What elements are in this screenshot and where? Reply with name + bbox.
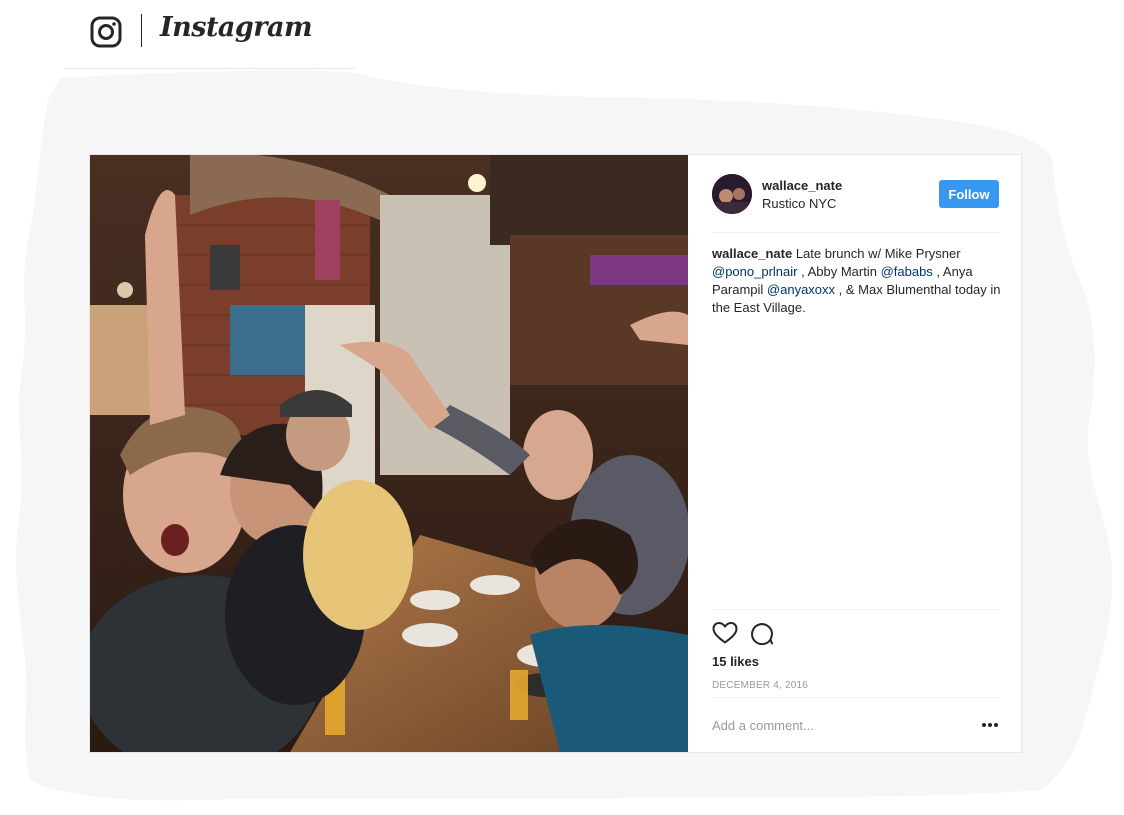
post-location[interactable]: Rustico NYC: [762, 196, 836, 211]
follow-button[interactable]: Follow: [939, 180, 999, 208]
more-options-icon[interactable]: [980, 718, 1000, 732]
post-photo-illustration: [90, 155, 688, 752]
comment-divider: [712, 697, 999, 698]
post-details: wallace_nate Rustico NYC Follow wallace_…: [688, 155, 1021, 752]
heart-icon[interactable]: [712, 621, 738, 645]
caption-mention[interactable]: @pono_prlnair: [712, 264, 797, 279]
instagram-post: wallace_nate Rustico NYC Follow wallace_…: [89, 154, 1022, 753]
instagram-camera-icon[interactable]: [90, 16, 122, 48]
actions-divider: [712, 609, 999, 610]
caption-text: , Abby Martin: [797, 264, 881, 279]
author-username[interactable]: wallace_nate: [762, 178, 842, 193]
site-header: Instagram: [65, 0, 355, 69]
header-divider: [141, 14, 142, 47]
post-date[interactable]: DECEMBER 4, 2016: [712, 680, 808, 691]
post-header: wallace_nate Rustico NYC Follow: [712, 155, 999, 233]
comment-icon[interactable]: [750, 621, 774, 645]
caption-text: Late brunch w/ Mike Prysner: [792, 246, 961, 261]
comment-input[interactable]: [712, 711, 952, 739]
post-caption: wallace_nate Late brunch w/ Mike Prysner…: [712, 245, 1002, 317]
caption-mention[interactable]: @fababs: [881, 264, 933, 279]
post-photo[interactable]: [90, 155, 688, 752]
caption-mention[interactable]: @anyaxoxx: [767, 282, 835, 297]
avatar[interactable]: [712, 174, 752, 214]
instagram-wordmark[interactable]: Instagram: [160, 12, 313, 43]
likes-count[interactable]: 15 likes: [712, 654, 759, 669]
caption-username[interactable]: wallace_nate: [712, 246, 792, 261]
